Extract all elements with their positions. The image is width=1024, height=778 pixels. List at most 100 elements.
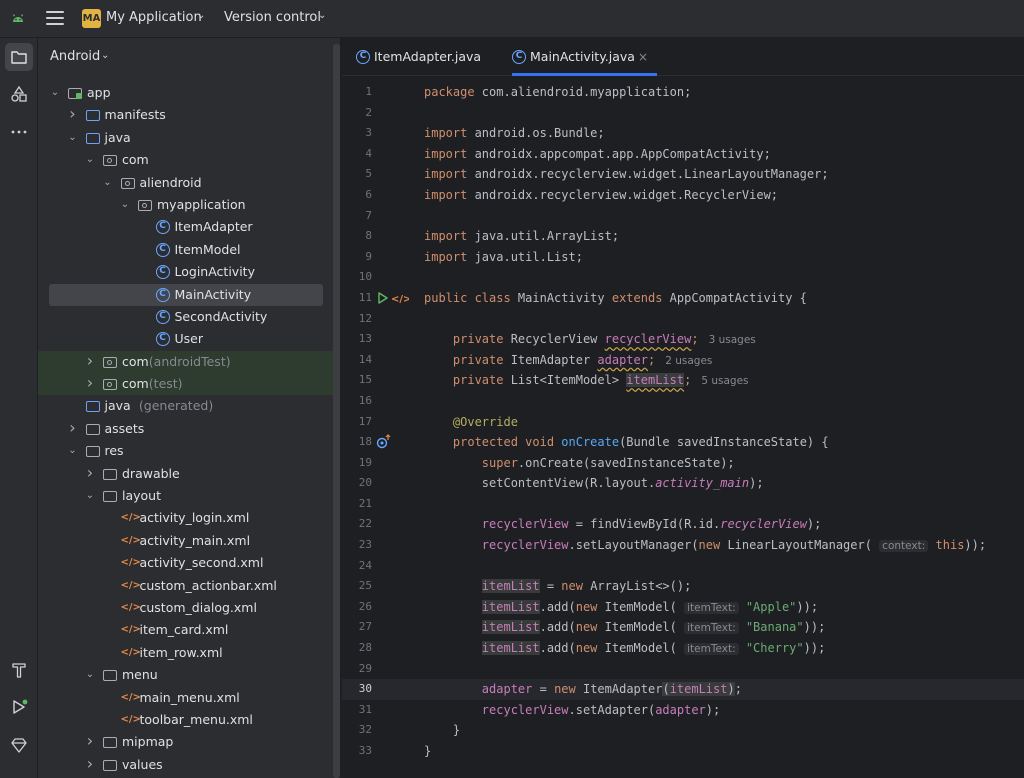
code-line[interactable]: 20 setContentView(R.layout.activity_main… <box>342 473 1024 494</box>
build-icon[interactable] <box>5 656 33 684</box>
code-line[interactable]: 14 private ItemAdapter adapter; 2 usages <box>342 350 1024 371</box>
run-icon[interactable] <box>5 693 33 721</box>
tree-item[interactable]: </> item_card.xml <box>38 619 333 641</box>
code-line[interactable]: 5 import androidx.recyclerview.widget.Lin… <box>342 164 1024 185</box>
code-area[interactable]: 1 package com.aliendroid.myapplication; 2 3… <box>342 82 1024 762</box>
code-line[interactable]: 2 <box>342 103 1024 124</box>
tree-item[interactable]: › drawable <box>38 463 333 485</box>
gem-icon[interactable] <box>5 731 33 759</box>
code-line[interactable]: 24 <box>342 556 1024 577</box>
tree-item[interactable]: </> main_menu.xml <box>38 687 333 709</box>
code-line[interactable]: 29 <box>342 659 1024 680</box>
code-line[interactable]: 7 <box>342 206 1024 227</box>
tree-item[interactable]: ⌄ menu <box>38 664 333 686</box>
tree-item[interactable]: java (generated) <box>38 395 333 417</box>
code-line[interactable]: 1 package com.aliendroid.myapplication; <box>342 82 1024 103</box>
code-line[interactable]: 22 recyclerView = findViewById(R.id.recy… <box>342 514 1024 535</box>
code-line[interactable]: 6 import androidx.recyclerview.widget.Rec… <box>342 185 1024 206</box>
code-line[interactable]: 18 protected void onCreate(Bundle savedI… <box>342 432 1024 453</box>
tree-item[interactable]: C User <box>38 328 333 350</box>
chevron-down-icon[interactable]: ⌄ <box>67 440 79 462</box>
tree-item[interactable]: ⌄ aliendroid <box>38 172 333 194</box>
code-line[interactable]: 31 recyclerView.setAdapter(adapter); <box>342 700 1024 721</box>
chevron-down-icon[interactable]: ⌄ <box>102 172 114 194</box>
code-line[interactable]: 25 itemList = new ArrayList<>(); <box>342 576 1024 597</box>
code-line[interactable]: 32 } <box>342 720 1024 741</box>
chevron-right-icon[interactable]: › <box>84 462 96 484</box>
tree-item[interactable]: </> activity_login.xml <box>38 507 333 529</box>
code-line[interactable]: 12 <box>342 309 1024 330</box>
chevron-right-icon[interactable]: › <box>84 350 96 372</box>
tree-item[interactable]: › manifests <box>38 104 333 126</box>
close-icon[interactable]: × <box>638 38 648 76</box>
code-line[interactable]: 26 itemList.add(new ItemModel( itemText:… <box>342 597 1024 618</box>
tree-item[interactable]: › mipmap <box>38 731 333 753</box>
code-line[interactable]: 4 import androidx.appcompat.app.AppCompat… <box>342 144 1024 165</box>
code-line[interactable]: 21 <box>342 494 1024 515</box>
chevron-down-icon[interactable]: ⌄ <box>318 10 326 21</box>
code-line[interactable]: 19 super.onCreate(savedInstanceState); <box>342 453 1024 474</box>
tree-item[interactable]: </> activity_main.xml <box>38 530 333 552</box>
code-line[interactable]: 17 @Override <box>342 412 1024 433</box>
code-line[interactable]: 10 <box>342 267 1024 288</box>
code-line[interactable]: 11 </> public class MainActivity extends A… <box>342 288 1024 309</box>
chevron-down-icon[interactable]: ⌄ <box>101 50 109 61</box>
code-line[interactable]: 28 itemList.add(new ItemModel( itemText:… <box>342 638 1024 659</box>
code-line[interactable]: 16 <box>342 391 1024 412</box>
chevron-down-icon[interactable]: ⌄ <box>84 149 96 171</box>
tree-item[interactable]: › com (test) <box>38 372 333 396</box>
chevron-right-icon[interactable]: › <box>84 372 96 394</box>
tree-item[interactable]: </> activity_second.xml <box>38 552 333 574</box>
tree-item[interactable]: C MainActivity <box>49 283 323 306</box>
tree-item[interactable]: </> item_row.xml <box>38 642 333 664</box>
tree-item[interactable]: ⌄ app <box>38 82 333 104</box>
version-control-dropdown[interactable]: Version control <box>224 10 321 25</box>
tree-item[interactable]: </> custom_dialog.xml <box>38 597 333 619</box>
tree-item[interactable]: ⌄ res <box>38 440 333 462</box>
project-badge[interactable]: MA <box>82 9 101 28</box>
tree-item[interactable]: </> toolbar_menu.xml <box>38 709 333 731</box>
chevron-right-icon[interactable]: › <box>67 417 79 439</box>
code-line[interactable]: 9 import java.util.List; <box>342 247 1024 268</box>
tab-itemadapter[interactable]: C ItemAdapter.java <box>356 38 481 76</box>
tree-item[interactable]: › com (androidTest) <box>38 350 333 374</box>
code-line[interactable]: 8 import java.util.ArrayList; <box>342 226 1024 247</box>
chevron-down-icon[interactable]: ⌄ <box>67 127 79 149</box>
tree-item[interactable]: › values <box>38 754 333 776</box>
more-icon[interactable] <box>5 118 33 146</box>
tree-item[interactable]: › assets <box>38 418 333 440</box>
resource-manager-icon[interactable] <box>5 80 33 108</box>
chevron-down-icon[interactable]: ⌄ <box>84 664 96 686</box>
project-view-selector[interactable]: Android <box>50 49 100 64</box>
code-token: )); <box>964 538 987 553</box>
tree-item[interactable]: </> custom_actionbar.xml <box>38 575 333 597</box>
code-line[interactable]: 3 import android.os.Bundle; <box>342 123 1024 144</box>
code-line[interactable]: 30 adapter = new ItemAdapter(itemList); <box>342 679 1024 700</box>
chevron-right-icon[interactable]: › <box>67 103 79 125</box>
tree-item[interactable]: ⌄ layout <box>38 485 333 507</box>
chevron-down-icon[interactable]: ⌄ <box>119 194 131 216</box>
code-line[interactable]: 23 recyclerView.setLayoutManager(new Lin… <box>342 535 1024 556</box>
android-logo-icon[interactable] <box>10 11 26 27</box>
code-line[interactable]: 13 private RecyclerView recyclerView; 3 … <box>342 329 1024 350</box>
project-icon[interactable] <box>5 43 33 71</box>
tree-item[interactable]: ⌄ myapplication <box>38 194 333 216</box>
chevron-right-icon[interactable]: › <box>84 753 96 775</box>
tab-mainactivity[interactable]: C MainActivity.java × <box>512 38 657 76</box>
code-line[interactable]: 33} <box>342 741 1024 762</box>
project-name-dropdown[interactable]: My Application <box>106 10 202 25</box>
tree-item[interactable]: C ItemModel <box>38 239 333 261</box>
tree-item[interactable]: ⌄ java <box>38 127 333 149</box>
chevron-down-icon[interactable]: ⌄ <box>197 10 205 21</box>
tree-item[interactable]: C LoginActivity <box>38 261 333 283</box>
code-line[interactable]: 27 itemList.add(new ItemModel( itemText:… <box>342 617 1024 638</box>
project-scrollbar[interactable] <box>333 44 340 778</box>
chevron-right-icon[interactable]: › <box>84 730 96 752</box>
main-menu-icon[interactable] <box>46 11 64 25</box>
tree-item[interactable]: C SecondActivity <box>38 306 333 328</box>
tree-item[interactable]: ⌄ com <box>38 149 333 171</box>
chevron-down-icon[interactable]: ⌄ <box>49 82 61 104</box>
tree-item[interactable]: C ItemAdapter <box>38 216 333 238</box>
chevron-down-icon[interactable]: ⌄ <box>84 485 96 507</box>
code-line[interactable]: 15 private List<ItemModel> itemList; 5 u… <box>342 370 1024 391</box>
